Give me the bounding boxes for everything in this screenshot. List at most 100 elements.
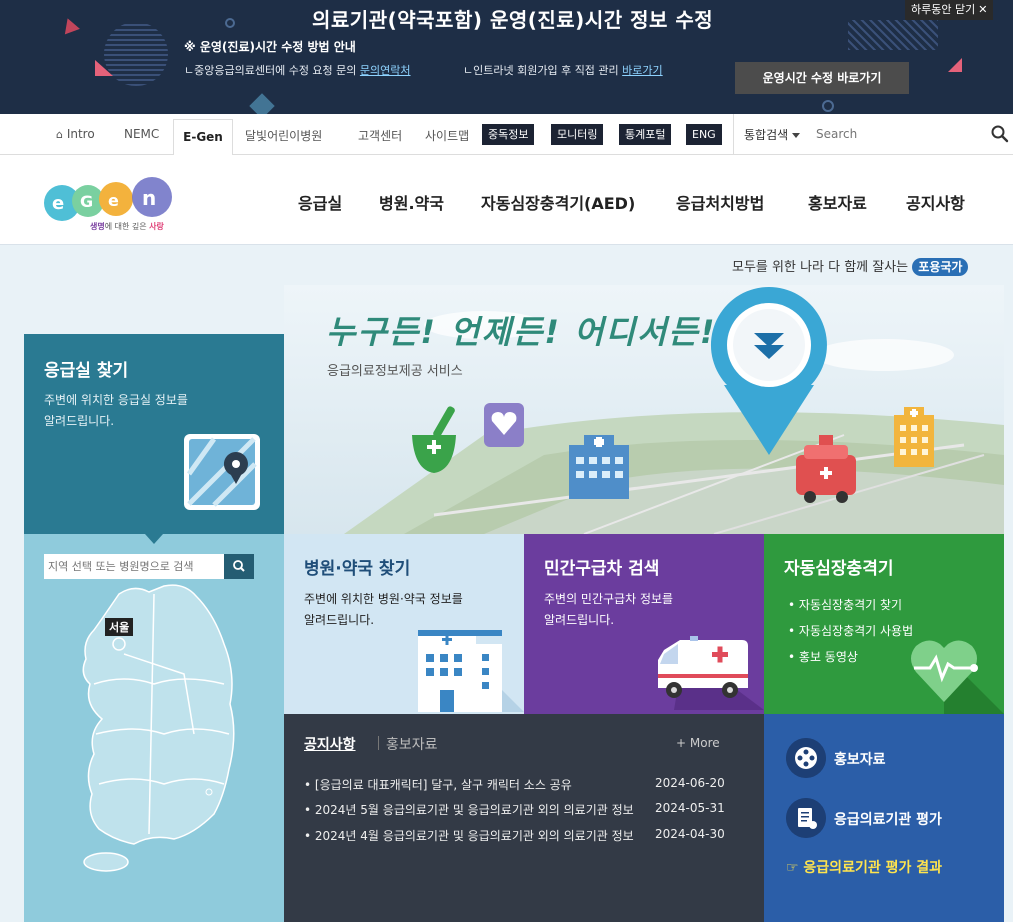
korea-map[interactable] bbox=[24, 534, 284, 922]
hospital-desc-line1: 주변에 위치한 병원·약국 정보를 bbox=[304, 592, 463, 606]
nav-notices[interactable]: 공지사항 bbox=[906, 190, 965, 214]
ambulance-desc-line2: 알려드립니다. bbox=[544, 613, 615, 627]
slogan: 모두를 위한 나라 다 함께 잘사는 포용국가 bbox=[732, 256, 969, 276]
nav-hospital-pharmacy[interactable]: 병원.약국 bbox=[379, 190, 444, 214]
svg-text:G: G bbox=[80, 192, 93, 211]
close-for-today-label: 하루동안 닫기 bbox=[911, 3, 976, 16]
close-for-today-button[interactable]: 하루동안 닫기 ✕ bbox=[905, 0, 994, 20]
banner-title: 의료기관(약국포함) 운영(진료)시간 정보 수정 bbox=[312, 8, 714, 32]
intro-link[interactable]: ⌂ Intro bbox=[56, 127, 95, 141]
decorative-circle bbox=[104, 22, 168, 86]
caret-down-icon bbox=[792, 133, 801, 138]
nemc-link[interactable]: NEMC bbox=[124, 127, 159, 141]
hospital-tower-icon bbox=[894, 407, 934, 467]
aed-card: 자동심장충격기 자동심장충격기 찾기 자동심장충격기 사용법 홍보 동영상 bbox=[764, 534, 1004, 714]
search-icon bbox=[233, 560, 245, 572]
banner-line-contact-text: ㄴ중앙응급의료센터에 수정 요청 문의 bbox=[184, 64, 360, 77]
logo-tagline-b: 에 대한 깊은 bbox=[104, 222, 150, 231]
notice-title: • [응급의료 대표캐릭터] 달구, 살구 캐릭터 소스 공유 bbox=[304, 778, 572, 792]
decorative-ring bbox=[822, 100, 834, 112]
intro-label: Intro bbox=[66, 127, 95, 141]
english-button[interactable]: ENG bbox=[686, 124, 722, 145]
promo-materials-label: 홍보자료 bbox=[834, 752, 886, 768]
home-icon: ⌂ bbox=[56, 128, 63, 141]
banner-subhead: ※ 운영(진료)시간 수정 방법 안내 bbox=[184, 40, 356, 54]
search-scope-label: 통합검색 bbox=[744, 128, 789, 142]
banner-line-intranet-text: ㄴ인트라넷 회원가입 후 직접 관리 bbox=[463, 64, 623, 77]
find-hospital-pharmacy-card[interactable]: 병원·약국 찾기 주변에 위치한 병원·약국 정보를 알려드립니다. bbox=[284, 534, 524, 714]
more-link[interactable]: + More bbox=[676, 736, 720, 750]
tab-notices[interactable]: 공지사항 bbox=[304, 734, 356, 754]
slogan-text: 모두를 위한 나라 다 함께 잘사는 bbox=[732, 260, 909, 275]
egen-logo[interactable]: e G e n 생명에 대한 깊은 사랑 bbox=[42, 173, 182, 235]
banner-line-intranet: ㄴ인트라넷 회원가입 후 직접 관리 바로가기 bbox=[463, 62, 663, 78]
heart-clinic-icon bbox=[484, 403, 524, 447]
map-label-seoul[interactable]: 서울 bbox=[105, 618, 134, 636]
er-search-box bbox=[44, 554, 254, 579]
nav-promo[interactable]: 홍보자료 bbox=[808, 190, 867, 214]
aed-find-link[interactable]: 자동심장충격기 찾기 bbox=[788, 592, 913, 618]
svg-text:e: e bbox=[52, 193, 64, 214]
utility-bar: ⌂ Intro NEMC E-Gen 달빛어린이병원 고객센터 사이트맵 중독정… bbox=[0, 114, 1013, 155]
heart-pulse-icon bbox=[911, 640, 1004, 714]
search-input[interactable] bbox=[816, 124, 976, 144]
customer-center-link[interactable]: 고객센터 bbox=[358, 127, 402, 144]
er-description: 주변에 위치한 응급실 정보를 알려드립니다. bbox=[44, 390, 188, 432]
decorative-ring bbox=[225, 18, 235, 28]
logo-tagline-a: 생명 bbox=[90, 222, 105, 231]
svg-text:e: e bbox=[108, 191, 119, 210]
notice-date: 2024-06-20 bbox=[655, 776, 725, 790]
contact-link[interactable]: 문의연락처 bbox=[360, 64, 411, 77]
decorative-triangle bbox=[948, 58, 962, 72]
nav-first-aid[interactable]: 응급처치방법 bbox=[676, 190, 764, 214]
nav-aed[interactable]: 자동심장충격기(AED) bbox=[481, 190, 635, 214]
poison-info-button[interactable]: 중독정보 bbox=[482, 124, 535, 145]
evaluation-results-link[interactable]: ☞ 응급의료기관 평가 결과 bbox=[786, 857, 942, 877]
hero-headline: 누구든! 언제든! 어디서든! bbox=[326, 313, 717, 351]
decorative-diamond bbox=[249, 93, 275, 114]
hospital-evaluation-label: 응급의료기관 평가 bbox=[834, 812, 942, 828]
find-private-ambulance-card[interactable]: 민간구급차 검색 주변의 민간구급차 정보를 알려드립니다. bbox=[524, 534, 764, 714]
hero-subtitle: 응급의료정보제공 서비스 bbox=[327, 364, 463, 379]
map-pin-icon bbox=[184, 434, 260, 510]
sitemap-link[interactable]: 사이트맵 bbox=[425, 127, 469, 144]
edit-hours-button[interactable]: 운영시간 수정 바로가기 bbox=[735, 62, 909, 94]
ambulance-card-description: 주변의 민간구급차 정보를 알려드립니다. bbox=[544, 589, 673, 631]
intranet-link[interactable]: 바로가기 bbox=[622, 64, 662, 77]
search-scope-select[interactable]: 통합검색 bbox=[744, 126, 801, 143]
promo-panel: 홍보자료 응급의료기관 평가 ☞ 응급의료기관 평가 결과 bbox=[764, 714, 1004, 922]
aed-howto-link[interactable]: 자동심장충격기 사용법 bbox=[788, 618, 913, 644]
notice-date: 2024-04-30 bbox=[655, 827, 725, 841]
ambulance-icon bbox=[658, 636, 764, 710]
er-search-button[interactable] bbox=[224, 554, 254, 579]
tab-egen[interactable]: E-Gen bbox=[173, 119, 233, 155]
tab-divider bbox=[378, 736, 379, 750]
aed-link-list: 자동심장충격기 찾기 자동심장충격기 사용법 홍보 동영상 bbox=[788, 592, 913, 670]
tab-promo-materials[interactable]: 홍보자료 bbox=[386, 734, 438, 754]
hospital-building-icon bbox=[418, 630, 524, 712]
logo-tagline-c: 사랑 bbox=[149, 222, 164, 231]
er-desc-line1: 주변에 위치한 응급실 정보를 bbox=[44, 393, 188, 407]
site-search: 통합검색 bbox=[733, 114, 1013, 154]
stats-portal-button[interactable]: 통계포털 bbox=[619, 124, 672, 145]
moonlight-hospital-link[interactable]: 달빛어린이병원 bbox=[245, 127, 322, 144]
nav-emergency-room[interactable]: 응급실 bbox=[298, 190, 342, 214]
aed-card-title: 자동심장충격기 bbox=[784, 559, 894, 579]
aed-video-link[interactable]: 홍보 동영상 bbox=[788, 644, 913, 670]
main-navigation: e G e n 생명에 대한 깊은 사랑 응급실 병원.약국 자동심장충격기(A… bbox=[0, 155, 1013, 245]
slogan-badge: 포용국가 bbox=[912, 258, 969, 276]
hospital-card-title: 병원·약국 찾기 bbox=[304, 559, 411, 579]
monitoring-button[interactable]: 모니터링 bbox=[551, 124, 604, 145]
film-reel-icon bbox=[786, 738, 826, 778]
search-icon[interactable] bbox=[990, 124, 1010, 144]
ambulance-card-title: 민간구급차 검색 bbox=[544, 559, 660, 579]
ambulance-desc-line1: 주변의 민간구급차 정보를 bbox=[544, 592, 674, 606]
notice-date: 2024-05-31 bbox=[655, 801, 725, 815]
notice-title: • 2024년 4월 응급의료기관 및 응급의료기관 외의 의료기관 정보 bbox=[304, 829, 634, 843]
er-search-input[interactable] bbox=[48, 557, 224, 576]
banner-line-contact: ㄴ중앙응급의료센터에 수정 요청 문의 문의연락처 bbox=[184, 62, 411, 78]
evaluation-document-icon bbox=[786, 798, 826, 838]
find-emergency-room-card[interactable]: 응급실 찾기 주변에 위치한 응급실 정보를 알려드립니다. bbox=[24, 334, 284, 534]
er-title: 응급실 찾기 bbox=[44, 361, 129, 381]
notice-title: • 2024년 5월 응급의료기관 및 응급의료기관 외의 의료기관 정보 bbox=[304, 803, 634, 817]
